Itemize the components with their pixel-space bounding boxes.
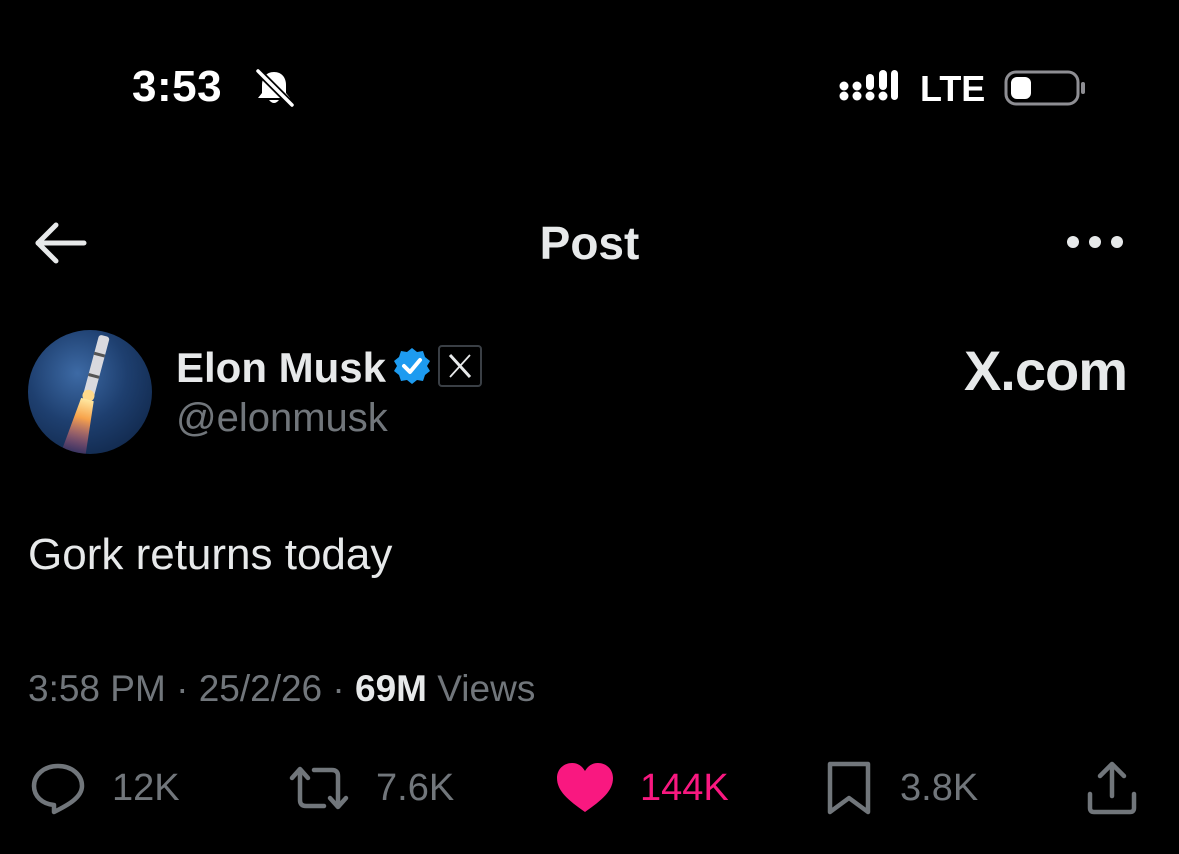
post-time: 3:58 PM [28, 668, 166, 709]
bell-slash-icon [255, 68, 295, 108]
bookmark-count: 3.8K [900, 766, 979, 809]
repost-count: 7.6K [376, 766, 455, 809]
reply-button[interactable]: 12K [28, 760, 180, 816]
cellular-signal-icon [839, 70, 898, 101]
like-button[interactable]: 144K [554, 760, 729, 816]
repost-icon [289, 766, 349, 810]
author-handle[interactable]: @elonmusk [176, 396, 388, 441]
verified-icon [394, 348, 430, 384]
repost-button[interactable]: 7.6K [286, 760, 454, 816]
post-meta: 3:58 PM · 25/2/26 · 69M Views [28, 668, 535, 710]
source-label: X.com [963, 339, 1128, 402]
bookmark-button[interactable]: 3.8K [822, 760, 978, 816]
affiliate-badge[interactable] [438, 345, 482, 387]
status-time: 3:53 [132, 62, 223, 111]
author-name[interactable]: Elon Musk [176, 344, 386, 392]
post-date: 25/2/26 [198, 668, 323, 709]
rocket-image [62, 335, 110, 454]
battery-icon [1004, 70, 1085, 106]
bookmark-icon [827, 761, 871, 815]
x-logo-icon [448, 353, 472, 379]
views-label: Views [437, 668, 536, 709]
share-button[interactable] [1084, 760, 1140, 816]
post-text: Gork returns today [28, 530, 393, 579]
reply-icon [31, 763, 85, 815]
screen: 3:53 LTE Post Elon Musk @elonmusk X.com … [0, 0, 1179, 854]
views-count[interactable]: 69M [355, 668, 427, 709]
network-label: LTE [920, 68, 986, 109]
meta-separator: · [332, 668, 356, 709]
like-count: 144K [640, 766, 729, 809]
share-icon [1087, 761, 1137, 815]
meta-separator: · [176, 668, 199, 709]
avatar[interactable] [28, 330, 152, 454]
heart-icon [557, 763, 613, 812]
page-title: Post [539, 217, 640, 269]
more-icon[interactable] [1064, 230, 1126, 254]
reply-count: 12K [112, 766, 180, 809]
